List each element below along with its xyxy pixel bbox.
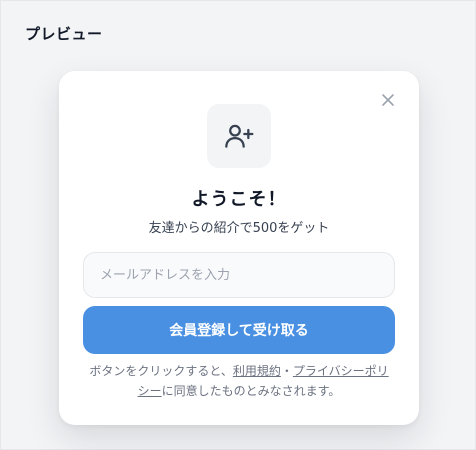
- user-plus-icon: [225, 124, 254, 148]
- page-title: プレビュー: [25, 25, 103, 43]
- terms-suffix: に同意したものとみなされます。: [161, 384, 341, 398]
- close-button[interactable]: [377, 89, 399, 111]
- preview-frame: プレビュー ようこそ！ 友達からの紹介で500をゲット 会員登録して受け取る ボ…: [0, 0, 476, 450]
- modal-subtext: 友達からの紹介で500をゲット: [148, 221, 330, 236]
- terms-separator: ・: [280, 364, 293, 378]
- x-icon: [382, 94, 394, 106]
- terms-prefix: ボタンをクリックすると、: [89, 364, 233, 378]
- terms-notice: ボタンをクリックすると、利用規約・プライバシーポリシーに同意したものとみなされま…: [89, 361, 389, 401]
- user-plus-icon-container: [207, 104, 271, 168]
- modal-headline: ようこそ！: [191, 189, 287, 210]
- email-input[interactable]: [83, 252, 395, 298]
- terms-link[interactable]: 利用規約: [233, 364, 281, 378]
- referral-modal: ようこそ！ 友達からの紹介で500をゲット 会員登録して受け取る ボタンをクリッ…: [59, 71, 419, 425]
- register-button[interactable]: 会員登録して受け取る: [83, 306, 395, 354]
